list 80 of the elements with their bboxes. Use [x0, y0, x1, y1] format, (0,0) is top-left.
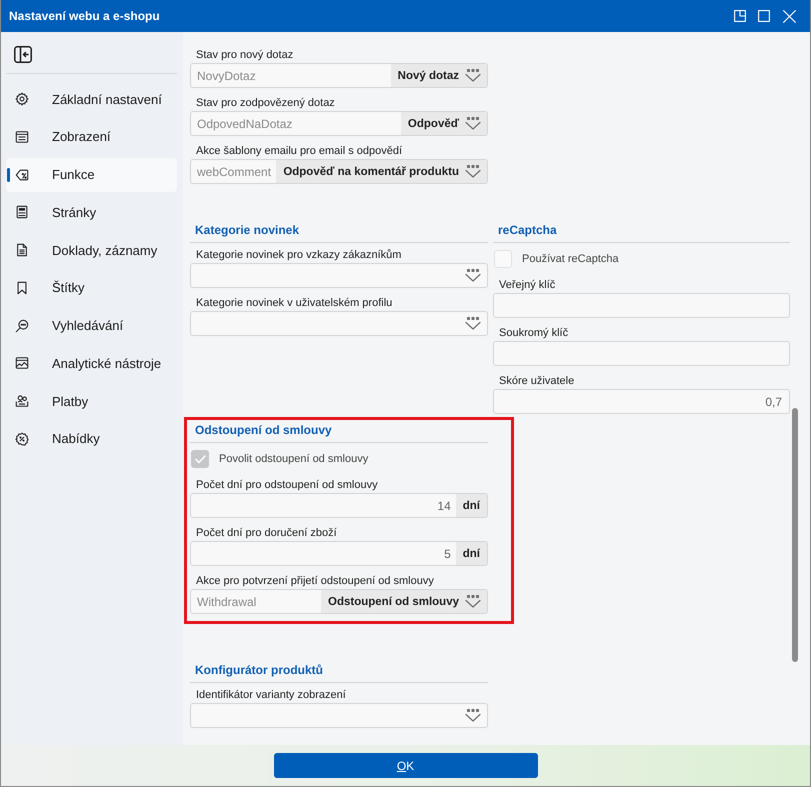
sidebar-item[interactable]: Vyhledávání [6, 308, 177, 342]
unit-label: dní [456, 494, 487, 517]
sidebar-item[interactable]: Funkce [6, 158, 177, 192]
dropdown-button[interactable]: Nový dotaz [390, 64, 487, 87]
dropdown-button[interactable]: Odstoupení od smlouvy [321, 590, 487, 613]
select-field[interactable] [190, 703, 488, 728]
text-field[interactable]: 0,7 [493, 389, 790, 414]
checkbox[interactable] [494, 250, 512, 268]
dropdown-icon [465, 165, 481, 178]
dropdown-icon [465, 595, 481, 608]
select-field[interactable]: Withdrawal Odstoupení od smlouvy [190, 589, 488, 614]
field-label: Počet dní pro odstoupení od smlouvy [195, 478, 379, 492]
sidebar-item[interactable]: Nabídky [6, 422, 177, 456]
field-label: Akce pro potvrzení přijetí odstoupení od smlouvy [195, 574, 435, 588]
sidebar-item[interactable]: Základní nastavení [6, 82, 177, 116]
sidebar-item[interactable]: Analytické nástroje [6, 346, 177, 380]
field-label: Identifikátor varianty zobrazení [195, 688, 347, 702]
close-icon [782, 10, 796, 22]
text-field[interactable] [493, 293, 790, 318]
ok-button[interactable]: OK [274, 753, 538, 778]
tick-icon [194, 454, 206, 464]
sidebar-item[interactable]: Doklady, záznamy [6, 233, 177, 267]
maximize-icon [758, 10, 770, 22]
dropdown-button[interactable]: Odpověď na komentář produktu [276, 160, 487, 183]
checkbox-label: Používat reCaptcha [522, 253, 619, 265]
dropdown-icon [465, 317, 481, 330]
section-heading: Konfigurátor produktů [190, 661, 488, 683]
field-label: Skóre uživatele [498, 374, 576, 388]
bookmark-icon [15, 280, 29, 295]
number-value: 14 [436, 498, 452, 514]
chart-icon [15, 356, 29, 370]
window-title: Nastavení webu a e-shopu [9, 9, 161, 23]
section-heading: Kategorie novinek [190, 221, 488, 243]
field-label: Počet dní pro doručení zboží [195, 526, 338, 540]
sidebar-item[interactable]: Stránky [6, 195, 177, 230]
number-field[interactable]: 5 dní [190, 541, 488, 566]
sidebar-toggle-button[interactable] [14, 46, 32, 63]
field-label: Stav pro nový dotaz [195, 48, 294, 62]
scrollbar-thumb[interactable] [792, 408, 798, 662]
select-field[interactable] [190, 311, 488, 336]
field-label: Veřejný klíč [498, 278, 556, 292]
code-text: webComment [196, 164, 272, 180]
field-label: Soukromý klíč [498, 326, 570, 340]
tag-icon [15, 168, 29, 182]
number-value: 5 [443, 546, 452, 562]
field-label: Stav pro zodpovězený dotaz [195, 96, 336, 110]
people-icon [15, 394, 29, 408]
code-text: NovyDotaz [196, 68, 257, 84]
number-field[interactable]: 14 dní [190, 493, 488, 518]
sidebar-item[interactable]: Platby [6, 384, 177, 418]
select-field[interactable]: OdpovedNaDotaz Odpověď [190, 111, 488, 136]
section-heading: reCaptcha [493, 221, 790, 243]
select-field[interactable]: NovyDotaz Nový dotaz [190, 63, 488, 88]
text-field[interactable] [493, 341, 790, 366]
dropdown-button[interactable]: Odpověď [400, 112, 487, 135]
percent-badge-icon [15, 432, 29, 446]
dropdown-icon [465, 269, 481, 282]
window-icon [15, 130, 29, 144]
selection-indicator [7, 168, 10, 182]
snap-layout-icon [734, 10, 746, 22]
dropdown-icon [465, 709, 481, 722]
select-field[interactable] [190, 263, 488, 288]
search-icon [15, 318, 29, 332]
unit-label: dní [456, 542, 487, 565]
sidebar-item[interactable]: Zobrazení [6, 120, 177, 154]
dropdown-icon [465, 69, 481, 82]
page-icon [15, 205, 29, 220]
dropdown-icon [465, 117, 481, 130]
field-label: Kategorie novinek v uživatelském profilu [195, 296, 394, 310]
code-text: Withdrawal [196, 594, 258, 610]
document-icon [15, 243, 29, 257]
section-heading: Odstoupení od smlouvy [190, 421, 488, 443]
gear-icon [15, 92, 29, 106]
select-field[interactable]: webComment Odpověď na komentář produktu [190, 159, 488, 184]
sidebar-item[interactable]: Štítky [6, 270, 177, 305]
field-label: Kategorie novinek pro vzkazy zákazníkům [195, 248, 402, 262]
code-text: OdpovedNaDotaz [196, 116, 294, 132]
checkbox[interactable] [191, 450, 209, 468]
field-label: Akce šablony emailu pro email s odpovědí [195, 144, 404, 158]
checkbox-label: Povolit odstoupení od smlouvy [219, 453, 368, 465]
